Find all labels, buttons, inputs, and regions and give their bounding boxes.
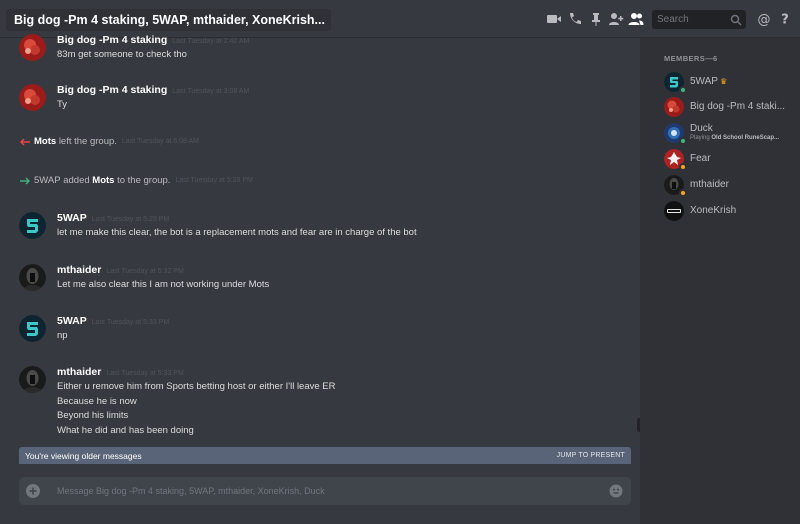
- upload-plus-icon[interactable]: [26, 484, 40, 498]
- member-item[interactable]: mthaider: [660, 174, 800, 197]
- member-item[interactable]: XoneKrish: [660, 200, 800, 222]
- group-title-box[interactable]: Big dog -Pm 4 staking, 5WAP, mthaider, X…: [6, 9, 331, 31]
- svg-text:?: ?: [781, 13, 789, 28]
- member-name: Duck: [690, 123, 713, 134]
- message-composer: [19, 477, 631, 505]
- status-online-dot: [679, 86, 687, 94]
- arrow-left-icon: [19, 137, 31, 147]
- message-text: What he did and has been doing: [57, 425, 194, 436]
- emoji-picker-icon[interactable]: [609, 484, 623, 498]
- message-author[interactable]: Big dog -Pm 4 staking Last Tuesday at 3:0…: [57, 84, 249, 96]
- search-input[interactable]: [652, 10, 728, 29]
- help-icon[interactable]: ?: [777, 11, 793, 28]
- arrow-right-icon: [19, 176, 31, 186]
- message-text: Either u remove him from Sports betting …: [57, 381, 336, 392]
- message-input[interactable]: [57, 477, 597, 505]
- avatar[interactable]: [19, 212, 46, 239]
- message-text: Let me also clear this I am not working …: [57, 279, 270, 290]
- system-actor[interactable]: Mots: [34, 136, 56, 147]
- member-item[interactable]: Fear: [660, 148, 800, 171]
- member-name: mthaider: [690, 179, 729, 190]
- pin-icon[interactable]: [588, 11, 604, 27]
- message-author[interactable]: 5WAP Last Tuesday at 5:33 PM: [57, 315, 169, 327]
- members-header: MEMBERS—6: [664, 54, 718, 63]
- message-timestamp: Last Tuesday at 3:08 AM: [172, 88, 250, 95]
- members-icon[interactable]: [628, 11, 644, 27]
- status-idle-dot: [679, 189, 687, 197]
- message-text: 83m get someone to check tho: [57, 49, 187, 60]
- message-timestamp: Last Tuesday at 5:33 PM: [91, 319, 170, 326]
- message-timestamp: Last Tuesday at 5:29 PM: [91, 216, 170, 223]
- members-sidebar: MEMBERS—6 5WAP ♛ Big dog -Pm 4 staki... D…: [640, 38, 800, 524]
- message-timestamp: Last Tuesday at 5:32 PM: [106, 268, 184, 275]
- status-online-dot: [679, 137, 687, 145]
- member-name: 5WAP: [690, 76, 718, 87]
- member-name: XoneKrish: [690, 205, 737, 216]
- system-message-add: 5WAP added Mots to the group. Last Tuesda…: [19, 175, 253, 186]
- message-timestamp: Last Tuesday at 2:42 AM: [172, 38, 250, 45]
- svg-text:@: @: [758, 13, 771, 28]
- message-text: let me make this clear, the bot is a rep…: [57, 227, 417, 238]
- avatar[interactable]: [19, 34, 46, 61]
- voice-call-icon[interactable]: [567, 11, 583, 27]
- message-timestamp: Last Tuesday at 6:08 AM: [121, 138, 199, 145]
- status-idle-dot: [679, 163, 687, 171]
- jump-to-present-button[interactable]: JUMP TO PRESENT: [557, 452, 625, 459]
- avatar[interactable]: [19, 315, 46, 342]
- search-box[interactable]: [652, 10, 746, 29]
- video-call-icon[interactable]: [546, 11, 562, 27]
- message-author[interactable]: mthaider Last Tuesday at 5:32 PM: [57, 264, 184, 276]
- member-name: Fear: [690, 153, 711, 164]
- message-author[interactable]: 5WAP Last Tuesday at 5:29 PM: [57, 212, 169, 224]
- search-icon: [730, 13, 742, 26]
- mention-icon[interactable]: @: [756, 11, 772, 28]
- message-timestamp: Last Tuesday at 5:28 PM: [175, 177, 253, 184]
- system-target[interactable]: Mots: [92, 175, 114, 186]
- avatar[interactable]: [19, 366, 46, 393]
- system-message-leave: Mots left the group. Last Tuesday at 6:08…: [19, 136, 199, 147]
- channel-header: Big dog -Pm 4 staking, 5WAP, mthaider, X…: [0, 0, 800, 38]
- message-text: Beyond his limits: [57, 410, 129, 421]
- avatar[interactable]: [19, 84, 46, 111]
- group-title: Big dog -Pm 4 staking, 5WAP, mthaider, X…: [14, 13, 325, 27]
- message-text: Because he is now: [57, 396, 137, 407]
- message-text: Ty: [57, 99, 68, 110]
- member-item[interactable]: Big dog -Pm 4 staki...: [660, 96, 800, 118]
- message-timestamp: Last Tuesday at 5:33 PM: [106, 370, 184, 377]
- crown-icon: ♛: [719, 77, 728, 86]
- older-messages-bar[interactable]: You're viewing older messages JUMP TO PR…: [19, 447, 631, 464]
- member-item[interactable]: 5WAP ♛: [660, 71, 800, 94]
- older-messages-text: You're viewing older messages: [25, 450, 142, 461]
- avatar[interactable]: [19, 264, 46, 291]
- message-author[interactable]: Big dog -Pm 4 staking Last Tuesday at 2:4…: [57, 34, 249, 46]
- member-activity: Playing Old School RuneScap...: [690, 135, 780, 141]
- avatar: [664, 97, 684, 117]
- member-item[interactable]: Duck Playing Old School RuneScap...: [660, 122, 800, 145]
- message-text: np: [57, 330, 68, 341]
- add-friend-icon[interactable]: [608, 11, 624, 27]
- member-name: Big dog -Pm 4 staki...: [690, 101, 786, 112]
- avatar: [664, 201, 684, 221]
- message-author[interactable]: mthaider Last Tuesday at 5:33 PM: [57, 366, 184, 378]
